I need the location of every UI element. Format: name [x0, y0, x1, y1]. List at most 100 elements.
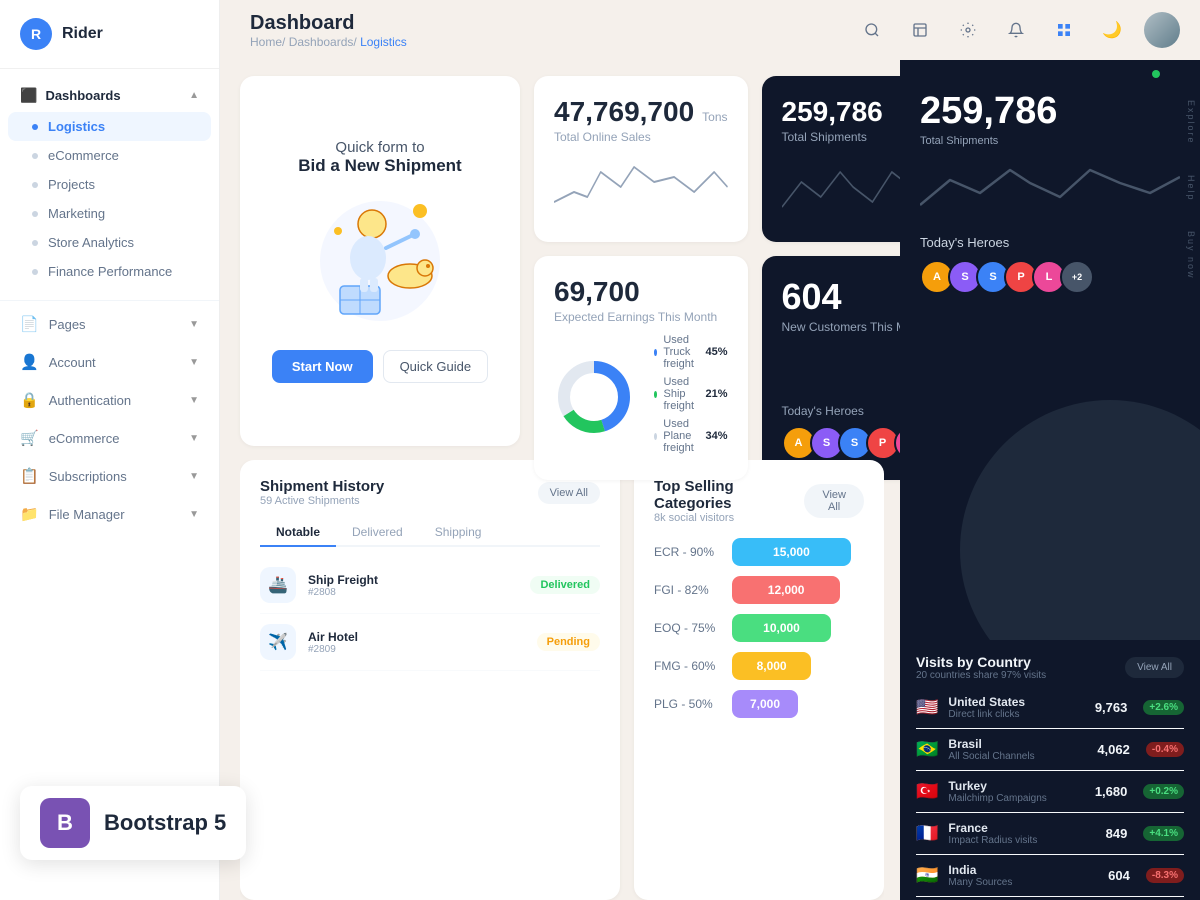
category-fgi: FGI - 82% 12,000 [654, 576, 864, 604]
search-button[interactable] [856, 14, 888, 46]
new-customers-card: 604 New Customers This Month Today's Her… [762, 256, 901, 480]
sidebar-item-finance-performance-label: Finance Performance [48, 264, 172, 279]
sidebar-item-account[interactable]: 👤 Account ▼ [0, 343, 219, 381]
donut-chart-area: Used Truck freight 45% Used Ship freight… [554, 334, 728, 460]
customers-value: 604 [782, 276, 901, 318]
tab-notable[interactable]: Notable [260, 519, 336, 547]
sidebar-dashboards-header[interactable]: ⬛ Dashboards ▲ [0, 79, 219, 112]
sidebar-logo[interactable]: R Rider [0, 0, 219, 69]
sidebar-item-pages-label: Pages [49, 317, 86, 332]
tr-name: Turkey [948, 779, 1084, 793]
tab-shipping[interactable]: Shipping [419, 519, 498, 547]
online-indicator [1152, 70, 1160, 78]
sidebar-item-ecommerce2[interactable]: 🛒 eCommerce ▼ [0, 419, 219, 457]
tr-value: 1,680 [1095, 784, 1128, 799]
country-row-in: 🇮🇳 India Many Sources 604 -8.3% [916, 855, 1184, 897]
sidebar-item-authentication[interactable]: 🔒 Authentication ▼ [0, 381, 219, 419]
side-labels: Explore Help Buy now [1182, 100, 1200, 280]
grid-view-button[interactable] [1048, 14, 1080, 46]
sidebar-item-finance-performance[interactable]: Finance Performance [0, 257, 219, 286]
fr-value: 849 [1106, 826, 1128, 841]
notifications-button[interactable] [1000, 14, 1032, 46]
country-row-tr: 🇹🇷 Turkey Mailchimp Campaigns 1,680 +0.2… [916, 771, 1184, 813]
sidebar-item-file-manager[interactable]: 📁 File Manager ▼ [0, 495, 219, 533]
us-value: 9,763 [1095, 700, 1128, 715]
topbar-left: Dashboard Home/ Dashboards/ Logistics [250, 12, 407, 49]
chevron-icon: ▼ [189, 433, 199, 444]
in-sub: Many Sources [948, 877, 1098, 888]
cat-fmg-value: 8,000 [732, 652, 811, 680]
cat-fmg-bar: 8,000 [732, 652, 864, 680]
sidebar-item-store-analytics[interactable]: Store Analytics [0, 228, 219, 257]
ship-freight-id: #2808 [308, 587, 518, 598]
total-sales-value: 47,769,700 [554, 96, 694, 128]
sidebar-item-marketing-label: Marketing [48, 206, 105, 221]
chart-button[interactable] [904, 14, 936, 46]
chevron-icon: ▼ [189, 319, 199, 330]
heroes-avatars-dark: A S S P L +2 [920, 260, 1180, 294]
shipments-chart [782, 152, 901, 222]
tr-flag: 🇹🇷 [916, 781, 938, 802]
content-area: Quick form to Bid a New Shipment [220, 60, 900, 900]
sidebar-item-store-analytics-label: Store Analytics [48, 235, 134, 250]
dark-shipments-label: Total Shipments [920, 135, 1180, 147]
tr-change: +0.2% [1143, 784, 1184, 799]
sidebar-item-marketing[interactable]: Marketing [0, 199, 219, 228]
customers-label: New Customers This Month [782, 320, 901, 334]
air-hotel-id: #2809 [308, 644, 525, 655]
air-hotel-info: Air Hotel #2809 [308, 630, 525, 655]
legend-plane: Used Plane freight 34% [654, 418, 728, 454]
country-row-us: 🇺🇸 United States Direct link clicks 9,76… [916, 687, 1184, 729]
earnings-value: 69,700 [554, 276, 728, 308]
sidebar-item-subscriptions[interactable]: 📋 Subscriptions ▼ [0, 457, 219, 495]
ship-freight-info: Ship Freight #2808 [308, 573, 518, 598]
shipment-tabs: Notable Delivered Shipping [260, 519, 600, 547]
dark-hero-extra: +2 [1060, 260, 1094, 294]
dark-shipments-chart [920, 155, 1180, 215]
start-now-button[interactable]: Start Now [272, 350, 373, 383]
top-selling-view-all-button[interactable]: View All [804, 484, 864, 518]
dashboards-icon: ⬛ [20, 87, 37, 104]
br-sub: All Social Channels [948, 751, 1087, 762]
fr-change: +4.1% [1143, 826, 1184, 841]
visits-view-all-button[interactable]: View All [1125, 657, 1184, 678]
banner-subtitle: Quick form to [335, 139, 424, 156]
total-sales-label: Total Online Sales [554, 130, 728, 144]
air-hotel-status: Pending [537, 633, 600, 651]
shipment-view-all-button[interactable]: View All [538, 482, 600, 504]
dark-mode-button[interactable]: 🌙 [1096, 14, 1128, 46]
air-hotel-name: Air Hotel [308, 630, 525, 644]
quick-guide-button[interactable]: Quick Guide [383, 350, 489, 383]
buy-now-label[interactable]: Buy now [1186, 231, 1196, 280]
cat-fgi-value: 12,000 [732, 576, 840, 604]
decorative-circle [960, 400, 1200, 640]
bootstrap-watermark: B Bootstrap 5 [20, 786, 246, 860]
sidebar-item-logistics[interactable]: Logistics [8, 112, 211, 141]
visits-title: Visits by Country [916, 654, 1046, 670]
air-hotel-icon: ✈️ [260, 624, 296, 660]
category-plg: PLG - 50% 7,000 [654, 690, 864, 718]
br-flag: 🇧🇷 [916, 739, 938, 760]
br-info: Brasil All Social Channels [948, 737, 1087, 762]
in-change: -8.3% [1146, 868, 1184, 883]
cat-fmg-label: FMG - 60% [654, 659, 722, 673]
help-label[interactable]: Help [1186, 175, 1196, 202]
fr-info: France Impact Radius visits [948, 821, 1095, 846]
ship-freight-status: Delivered [530, 576, 600, 594]
sidebar-item-pages[interactable]: 📄 Pages ▼ [0, 305, 219, 343]
page-title: Dashboard [250, 12, 407, 35]
bootstrap-icon: B [40, 798, 90, 848]
settings-button[interactable] [952, 14, 984, 46]
topbar-right: 🌙 [856, 12, 1180, 48]
sidebar: R Rider ⬛ Dashboards ▲ Logistics eCommer… [0, 0, 220, 900]
sidebar-item-projects[interactable]: Projects [0, 170, 219, 199]
breadcrumb-dashboards: Dashboards/ [289, 35, 360, 49]
subscriptions-icon: 📋 [20, 467, 39, 485]
explore-label[interactable]: Explore [1186, 100, 1196, 145]
tab-delivered[interactable]: Delivered [336, 519, 419, 547]
sidebar-item-ecommerce[interactable]: eCommerce [0, 141, 219, 170]
sales-chart [554, 152, 728, 222]
shipment-row-2: ✈️ Air Hotel #2809 Pending [260, 614, 600, 671]
chevron-icon: ▼ [189, 471, 199, 482]
user-avatar[interactable] [1144, 12, 1180, 48]
